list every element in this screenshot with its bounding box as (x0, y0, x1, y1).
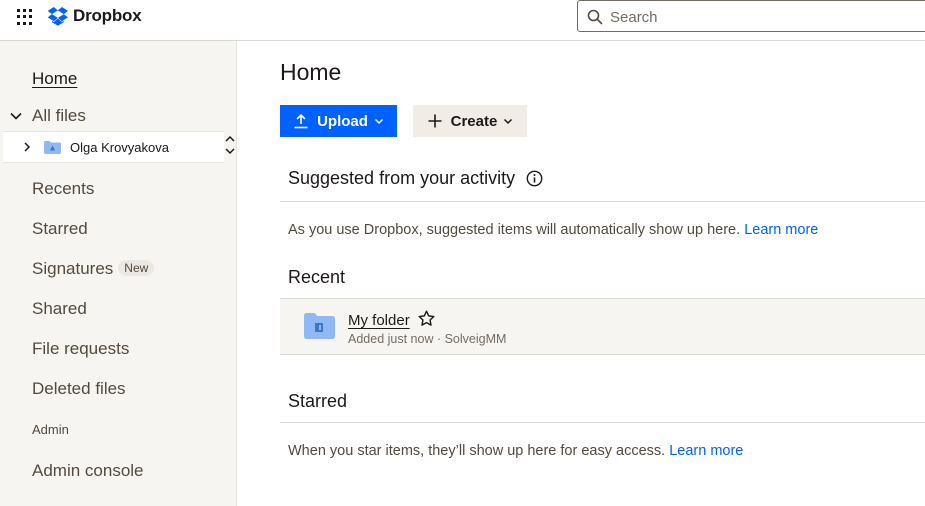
upload-button-label: Upload (317, 112, 368, 130)
app-grid-icon[interactable] (17, 9, 33, 25)
sidebar-item-shared[interactable]: Shared (32, 299, 87, 319)
sidebar-item-deleted-files[interactable]: Deleted files (32, 379, 126, 399)
dropbox-icon (47, 6, 68, 26)
brand-name: Dropbox (73, 6, 142, 25)
starred-empty-text: When you star items, they’ll show up her… (288, 443, 666, 459)
chevron-down-icon[interactable] (8, 108, 24, 124)
main-content: Home Upload Create Suggested from your a… (237, 41, 925, 506)
top-bar: Dropbox (0, 0, 925, 41)
page-title: Home (280, 59, 342, 85)
sidebar-item-all-files[interactable]: All files (8, 106, 86, 126)
upload-button[interactable]: Upload (280, 105, 397, 137)
recent-item-row[interactable]: My folder Added just now · SolveigMM (280, 298, 925, 355)
team-folder-icon (304, 313, 335, 339)
sidebar-item-recents[interactable]: Recents (32, 179, 94, 199)
divider (280, 201, 925, 202)
upload-icon (294, 113, 308, 129)
tree-item-team-folder[interactable]: Olga Krovyakova (3, 131, 224, 163)
search-icon (587, 9, 603, 25)
suggested-section-heading: Suggested from your activity (288, 168, 543, 189)
tree-scroll-controls[interactable] (224, 133, 236, 163)
sidebar-item-home[interactable]: Home (32, 69, 77, 89)
create-button[interactable]: Create (413, 105, 527, 137)
chevron-right-icon[interactable] (22, 142, 32, 152)
starred-section-heading: Starred (288, 391, 348, 411)
sidebar-item-signatures[interactable]: Signatures New (32, 259, 155, 279)
create-button-label: Create (450, 112, 498, 130)
chevron-down-icon (374, 118, 383, 125)
chevron-up-icon[interactable] (224, 133, 236, 145)
suggested-empty-message: As you use Dropbox, suggested items will… (288, 222, 818, 238)
recent-item-meta: Added just now · SolveigMM (348, 332, 507, 346)
info-icon[interactable] (526, 170, 543, 187)
sidebar-item-label: All files (32, 106, 86, 125)
learn-more-link[interactable]: Learn more (669, 443, 743, 459)
tree-item-label: Olga Krovyakova (70, 139, 169, 155)
sidebar-item-starred[interactable]: Starred (32, 219, 88, 239)
team-folder-icon (44, 140, 61, 154)
suggested-heading-text: Suggested from your activity (288, 168, 516, 188)
sidebar-section-admin: Admin (32, 422, 69, 437)
star-icon[interactable] (417, 309, 436, 328)
recent-section-heading: Recent (288, 267, 346, 287)
chevron-down-icon[interactable] (224, 145, 236, 157)
sidebar-item-admin-console[interactable]: Admin console (32, 461, 144, 481)
dropbox-logo[interactable]: Dropbox (47, 5, 142, 27)
starred-empty-message: When you star items, they’ll show up her… (288, 443, 743, 459)
suggested-empty-text: As you use Dropbox, suggested items will… (288, 222, 741, 238)
learn-more-link[interactable]: Learn more (744, 222, 818, 238)
search-box[interactable] (577, 0, 925, 32)
sidebar: Home All files Olga Krovyakova Recents S… (0, 41, 237, 506)
sidebar-item-label: Signatures (32, 259, 114, 278)
divider (280, 422, 925, 423)
chevron-down-icon (504, 118, 513, 125)
search-input[interactable] (610, 6, 910, 28)
sidebar-item-file-requests[interactable]: File requests (32, 339, 129, 359)
recent-item-name[interactable]: My folder (348, 312, 410, 329)
plus-icon (428, 114, 442, 128)
new-badge: New (118, 260, 155, 276)
